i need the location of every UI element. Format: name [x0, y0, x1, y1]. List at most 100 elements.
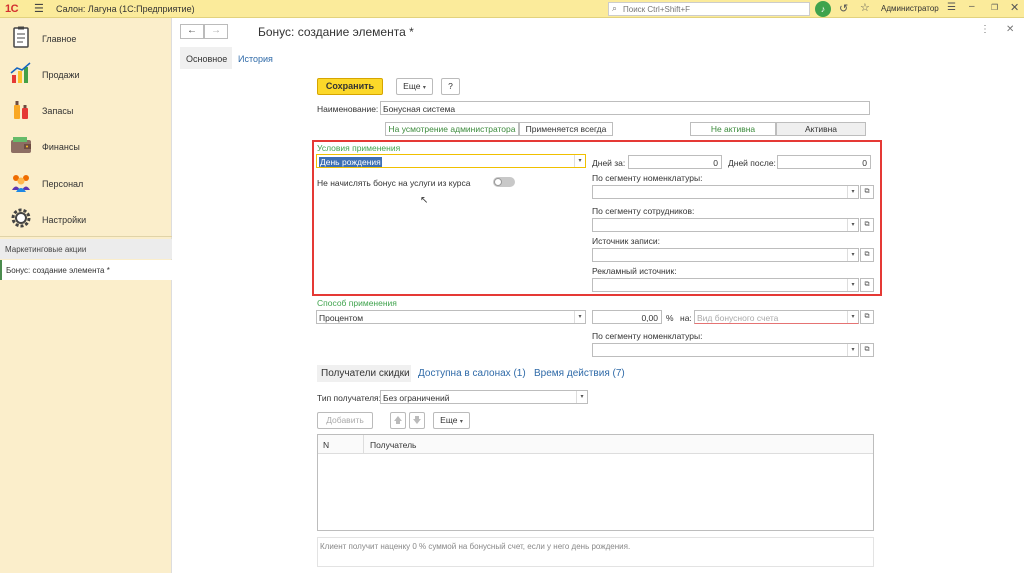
search-input[interactable]: [623, 4, 803, 14]
no-bonus-label: Не начислять бонус на услуги из курса: [317, 178, 471, 188]
sales-chart-icon: [10, 62, 31, 83]
notification-bell-icon[interactable]: ♪: [815, 1, 831, 17]
app-title: Салон: Лагуна (1С:Предприятие): [56, 4, 195, 14]
bottles-icon: [14, 101, 28, 119]
sidebar-item-finance[interactable]: Финансы: [0, 131, 172, 161]
restore-icon[interactable]: ❐: [991, 3, 998, 12]
ad-source-label: Рекламный источник:: [592, 266, 677, 276]
chevron-down-icon[interactable]: ▾: [574, 155, 585, 167]
sidebar-item-label: Запасы: [42, 106, 74, 116]
open-link-icon[interactable]: ⧉: [860, 248, 874, 262]
open-link-icon[interactable]: ⧉: [860, 218, 874, 232]
ad-source-select[interactable]: ▾: [592, 278, 859, 292]
user-name[interactable]: Администратор: [881, 4, 939, 13]
sidebar-item-main[interactable]: Главное: [0, 23, 172, 53]
state-inactive-option[interactable]: Не активна: [690, 122, 776, 136]
chevron-down-icon[interactable]: ▾: [847, 186, 858, 198]
chevron-down-icon[interactable]: ▾: [847, 311, 858, 323]
to-label: на:: [680, 313, 692, 323]
sidebar-open-form[interactable]: Бонус: создание элемента *: [0, 260, 172, 280]
method-select[interactable]: Процентом ▾: [316, 310, 586, 324]
days-before-input[interactable]: 0: [628, 155, 722, 169]
days-after-value: 0: [862, 158, 867, 168]
recipients-table[interactable]: N Получатель: [317, 434, 874, 531]
chevron-down-icon[interactable]: ▾: [847, 219, 858, 231]
more-button[interactable]: Еще ▾: [396, 78, 433, 95]
sidebar-open-list[interactable]: Маркетинговые акции: [0, 239, 172, 259]
sidebar-item-stock[interactable]: Запасы: [0, 95, 172, 125]
save-button[interactable]: Сохранить: [317, 78, 383, 95]
forward-button[interactable]: →: [204, 24, 228, 39]
tab-salons[interactable]: Доступна в салонах (1): [418, 368, 526, 379]
sidebar-list-label: Маркетинговые акции: [5, 245, 87, 254]
open-link-icon[interactable]: ⧉: [860, 185, 874, 199]
table-more-label: Еще: [440, 415, 458, 425]
sidebar-open-form-label: Бонус: создание элемента *: [6, 266, 110, 275]
open-link-icon[interactable]: ⧉: [860, 278, 874, 292]
sidebar-item-label: Главное: [42, 34, 77, 44]
tab-main[interactable]: Основное: [180, 47, 232, 69]
bonus-account-placeholder: Вид бонусного счета: [697, 313, 779, 323]
condition-select[interactable]: День рождения ▾: [316, 154, 586, 168]
name-input[interactable]: Бонусная система: [380, 101, 870, 115]
back-button[interactable]: ←: [180, 24, 204, 39]
table-more-button[interactable]: Еще ▾: [433, 412, 470, 429]
sidebar: Главное Продажи Запасы Финансы Персонал: [0, 18, 172, 573]
tab-validity[interactable]: Время действия (7): [534, 368, 625, 379]
window-menu-icon[interactable]: ☰: [947, 2, 956, 13]
chevron-down-icon: ▾: [459, 419, 463, 425]
amount-input[interactable]: 0,00: [592, 310, 662, 324]
move-down-button[interactable]: 🡇: [409, 412, 425, 429]
recipient-type-select[interactable]: Без ограничений ▾: [380, 390, 588, 404]
chevron-down-icon[interactable]: ▾: [847, 344, 858, 356]
bonus-account-select[interactable]: Вид бонусного счета ▾: [694, 310, 859, 324]
employees-segment-select[interactable]: ▾: [592, 218, 859, 232]
main-menu-icon[interactable]: ☰: [34, 2, 44, 15]
method-nomenclature-select[interactable]: ▾: [592, 343, 859, 357]
top-bar: 1С ☰ Салон: Лагуна (1С:Предприятие) ⌕ ♪ …: [0, 0, 1024, 18]
form-more-icon[interactable]: ⋮: [980, 24, 990, 35]
column-header-n[interactable]: N: [323, 440, 329, 450]
add-button[interactable]: Добавить: [317, 412, 373, 429]
sidebar-item-staff[interactable]: Персонал: [0, 168, 172, 198]
close-window-icon[interactable]: ✕: [1010, 1, 1019, 14]
help-button[interactable]: ?: [441, 78, 460, 95]
days-after-input[interactable]: 0: [777, 155, 871, 169]
minimize-icon[interactable]: –: [969, 1, 975, 12]
days-before-value: 0: [713, 158, 718, 168]
more-button-label: Еще: [403, 81, 421, 91]
days-before-label: Дней за:: [592, 158, 626, 168]
open-link-icon[interactable]: ⧉: [860, 343, 874, 357]
record-source-select[interactable]: ▾: [592, 248, 859, 262]
history-icon[interactable]: ↺: [839, 2, 848, 15]
search-box[interactable]: ⌕: [608, 2, 810, 16]
form-close-icon[interactable]: ✕: [1006, 24, 1014, 35]
no-bonus-toggle[interactable]: [493, 177, 515, 187]
name-label: Наименование:: [317, 104, 379, 114]
chevron-down-icon[interactable]: ▾: [847, 249, 858, 261]
days-after-label: Дней после:: [728, 158, 776, 168]
open-link-icon[interactable]: ⧉: [860, 310, 874, 324]
nomenclature-segment-select[interactable]: ▾: [592, 185, 859, 199]
chevron-down-icon[interactable]: ▾: [574, 311, 585, 323]
chevron-down-icon[interactable]: ▾: [847, 279, 858, 291]
sidebar-item-sales[interactable]: Продажи: [0, 59, 172, 89]
tab-recipients-label: Получатели скидки: [321, 368, 410, 379]
sidebar-item-label: Финансы: [42, 142, 80, 152]
name-value: Бонусная система: [383, 104, 456, 114]
mode-admin-option[interactable]: На усмотрение администратора: [385, 122, 519, 136]
arrow-right-icon: →: [211, 25, 221, 36]
tab-recipients[interactable]: Получатели скидки: [317, 365, 411, 382]
favorites-star-icon[interactable]: ☆: [860, 1, 870, 14]
state-active-option[interactable]: Активна: [776, 122, 866, 136]
column-header-recipient[interactable]: Получатель: [370, 440, 416, 450]
arrow-up-icon: 🡅: [393, 415, 403, 425]
record-source-label: Источник записи:: [592, 236, 660, 246]
sidebar-item-settings[interactable]: Настройки: [0, 204, 172, 234]
column-divider: [363, 435, 364, 454]
tab-history[interactable]: История: [238, 54, 273, 64]
move-up-button[interactable]: 🡅: [390, 412, 406, 429]
mode-always-option[interactable]: Применяется всегда: [519, 122, 613, 136]
app-logo: 1С: [5, 3, 19, 15]
chevron-down-icon[interactable]: ▾: [576, 391, 587, 403]
